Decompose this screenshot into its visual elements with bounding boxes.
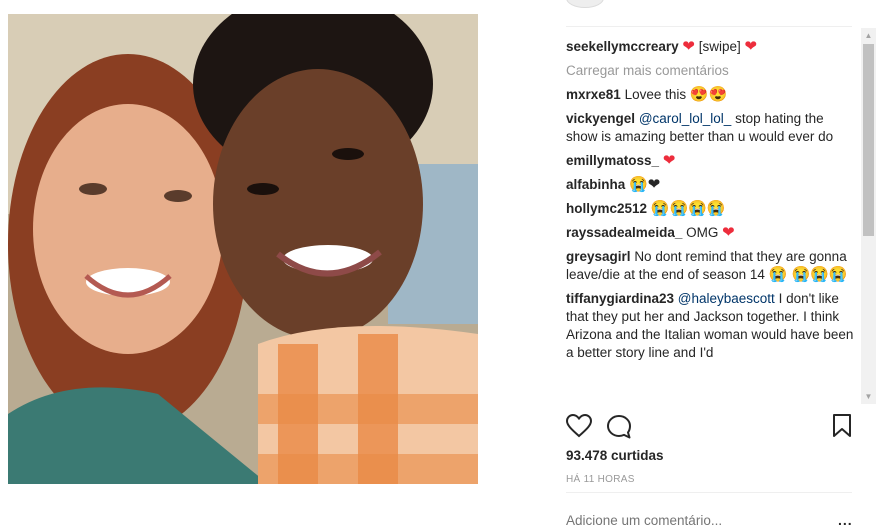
comment-username[interactable]: hollymc2512 [566, 201, 647, 216]
comment-emoji: 😍😍 [689, 86, 728, 103]
comment: greysagirl No dont remind that they are … [566, 248, 854, 284]
comment-emoji: 😭❤ [629, 176, 661, 193]
caption: seekellymccreary ❤ [swipe] ❤ [566, 38, 854, 56]
comment: emillymatoss_ ❤ [566, 152, 854, 170]
add-comment-input[interactable] [566, 513, 816, 528]
likes-count[interactable]: 93.478 curtidas [566, 448, 664, 463]
comment-emoji: ❤ [722, 224, 735, 241]
post-actions [566, 414, 854, 442]
comment-mention[interactable]: @carol_lol_lol_ [639, 111, 732, 126]
load-more-comments[interactable]: Carregar mais comentários [566, 62, 854, 80]
author-username[interactable]: seekellymccreary [566, 39, 679, 54]
comments-list[interactable]: seekellymccreary ❤ [swipe] ❤ Carregar ma… [566, 38, 854, 404]
comment-mention[interactable]: @haleybaescott [678, 291, 775, 306]
comments-scrollbar[interactable]: ▲ ▼ [861, 28, 876, 404]
comment-text: OMG [686, 225, 719, 240]
comment-bubble-icon[interactable] [606, 414, 632, 440]
scrollbar-thumb[interactable] [863, 44, 874, 236]
comment-username[interactable]: mxrxe81 [566, 87, 621, 102]
post-photo-image [8, 14, 478, 484]
like-heart-icon[interactable] [566, 414, 592, 438]
comment-username[interactable]: tiffanygiardina23 [566, 291, 674, 306]
comment: hollymc2512 😭😭😭😭 [566, 200, 854, 218]
comment: tiffanygiardina23 @haleybaescott I don't… [566, 290, 854, 362]
comment-username[interactable]: greysagirl [566, 249, 631, 264]
comment-username[interactable]: rayssadealmeida_ [566, 225, 682, 240]
divider [566, 492, 852, 493]
heart-emoji: ❤ [744, 38, 758, 55]
post-timestamp[interactable]: HÁ 11 HORAS [566, 474, 635, 485]
comment-emoji: ❤ [662, 152, 676, 169]
scroll-down-icon[interactable]: ▼ [861, 389, 876, 404]
comment-username[interactable]: emillymatoss_ [566, 153, 659, 168]
divider [566, 26, 852, 27]
comment: mxrxe81 Lovee this 😍😍 [566, 86, 854, 104]
comment-text: Lovee this [624, 87, 687, 102]
heart-emoji: ❤ [682, 38, 695, 55]
scroll-up-icon[interactable]: ▲ [861, 28, 876, 43]
more-options-button[interactable]: ... [838, 512, 853, 528]
bookmark-icon[interactable] [832, 414, 852, 438]
avatar[interactable] [566, 0, 604, 8]
post-photo[interactable] [8, 14, 478, 484]
comment-emoji: 😭 😭😭😭 [768, 266, 848, 283]
caption-text: [swipe] [698, 39, 741, 54]
comment-username[interactable]: vickyengel [566, 111, 635, 126]
comment-emoji: 😭😭😭😭 [650, 200, 726, 217]
comment: vickyengel @carol_lol_lol_ stop hating t… [566, 110, 854, 146]
comment: rayssadealmeida_ OMG ❤ [566, 224, 854, 242]
comment-username[interactable]: alfabinha [566, 177, 625, 192]
comment: alfabinha 😭❤ [566, 176, 854, 194]
